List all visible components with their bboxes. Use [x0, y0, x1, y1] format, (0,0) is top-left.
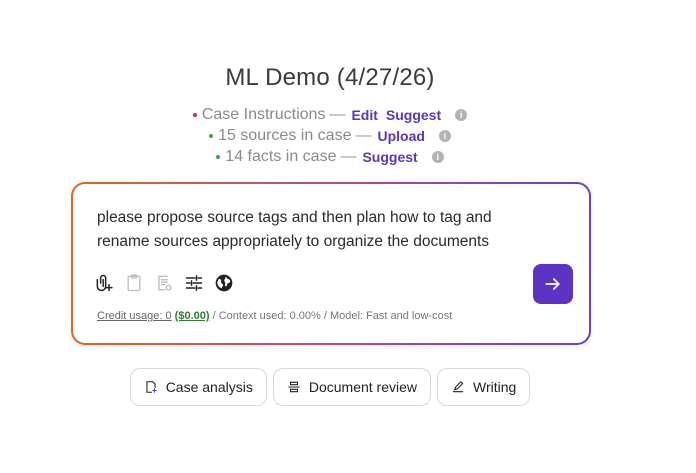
document-settings-icon[interactable]: [153, 272, 175, 294]
case-instructions-label: Case Instructions: [201, 105, 326, 123]
info-icon[interactable]: i: [431, 150, 444, 163]
status-sources: 15 sources in case — Upload i: [0, 125, 660, 146]
facts-count-label: 14 facts in case: [225, 147, 337, 165]
status-dot-green: [209, 133, 214, 138]
status-case-instructions: Case Instructions — Edit Suggest i: [0, 104, 660, 125]
upload-sources-link[interactable]: Upload: [377, 128, 424, 144]
page: ML Demo (4/27/26) Case Instructions — Ed…: [0, 0, 696, 473]
edit-instructions-link[interactable]: Edit: [351, 107, 377, 123]
status-facts: 14 facts in case — Suggest i: [0, 146, 660, 167]
send-button[interactable]: [533, 264, 573, 304]
document-review-button[interactable]: Document review: [272, 368, 431, 406]
info-icon[interactable]: i: [455, 108, 468, 121]
attach-icon[interactable]: [93, 272, 115, 294]
credit-amount[interactable]: ($0.00): [175, 310, 210, 322]
clipboard-icon[interactable]: [123, 272, 145, 294]
case-analysis-icon: [146, 381, 157, 393]
mode-buttons: Case analysis Document review Writing: [0, 368, 660, 406]
status-dot-red: [192, 112, 197, 117]
composer-toolbar: [93, 272, 235, 294]
usage-info: Credit usage: 0 ($0.00) / Context used: …: [97, 310, 452, 322]
writing-button[interactable]: Writing: [437, 368, 531, 406]
case-analysis-button[interactable]: Case analysis: [129, 368, 267, 406]
context-model-info: / Context used: 0.00% / Model: Fast and …: [212, 310, 453, 322]
status-dot-green: [216, 154, 221, 159]
case-status-list: Case Instructions — Edit Suggest i 15 so…: [0, 104, 660, 167]
document-review-icon: [288, 381, 300, 393]
separator: —: [355, 126, 372, 144]
credit-usage-link[interactable]: Credit usage: 0: [97, 310, 172, 322]
document-review-label: Document review: [308, 379, 417, 395]
arrow-right-icon: [545, 278, 560, 290]
pencil-icon: [452, 381, 464, 393]
info-icon[interactable]: i: [438, 129, 451, 142]
case-analysis-label: Case analysis: [165, 379, 253, 395]
writing-label: Writing: [473, 379, 517, 395]
prompt-input[interactable]: please propose source tags and then plan…: [97, 206, 547, 254]
separator: —: [340, 147, 357, 165]
sources-count-label: 15 sources in case: [218, 126, 352, 144]
prompt-composer: please propose source tags and then plan…: [71, 182, 591, 345]
page-title: ML Demo (4/27/26): [225, 64, 435, 91]
globe-icon[interactable]: [213, 272, 235, 294]
suggest-instructions-link[interactable]: Suggest: [386, 107, 441, 123]
sliders-icon[interactable]: [183, 272, 205, 294]
suggest-facts-link[interactable]: Suggest: [362, 149, 417, 165]
separator: —: [329, 105, 346, 123]
composer-body: please propose source tags and then plan…: [73, 184, 589, 343]
